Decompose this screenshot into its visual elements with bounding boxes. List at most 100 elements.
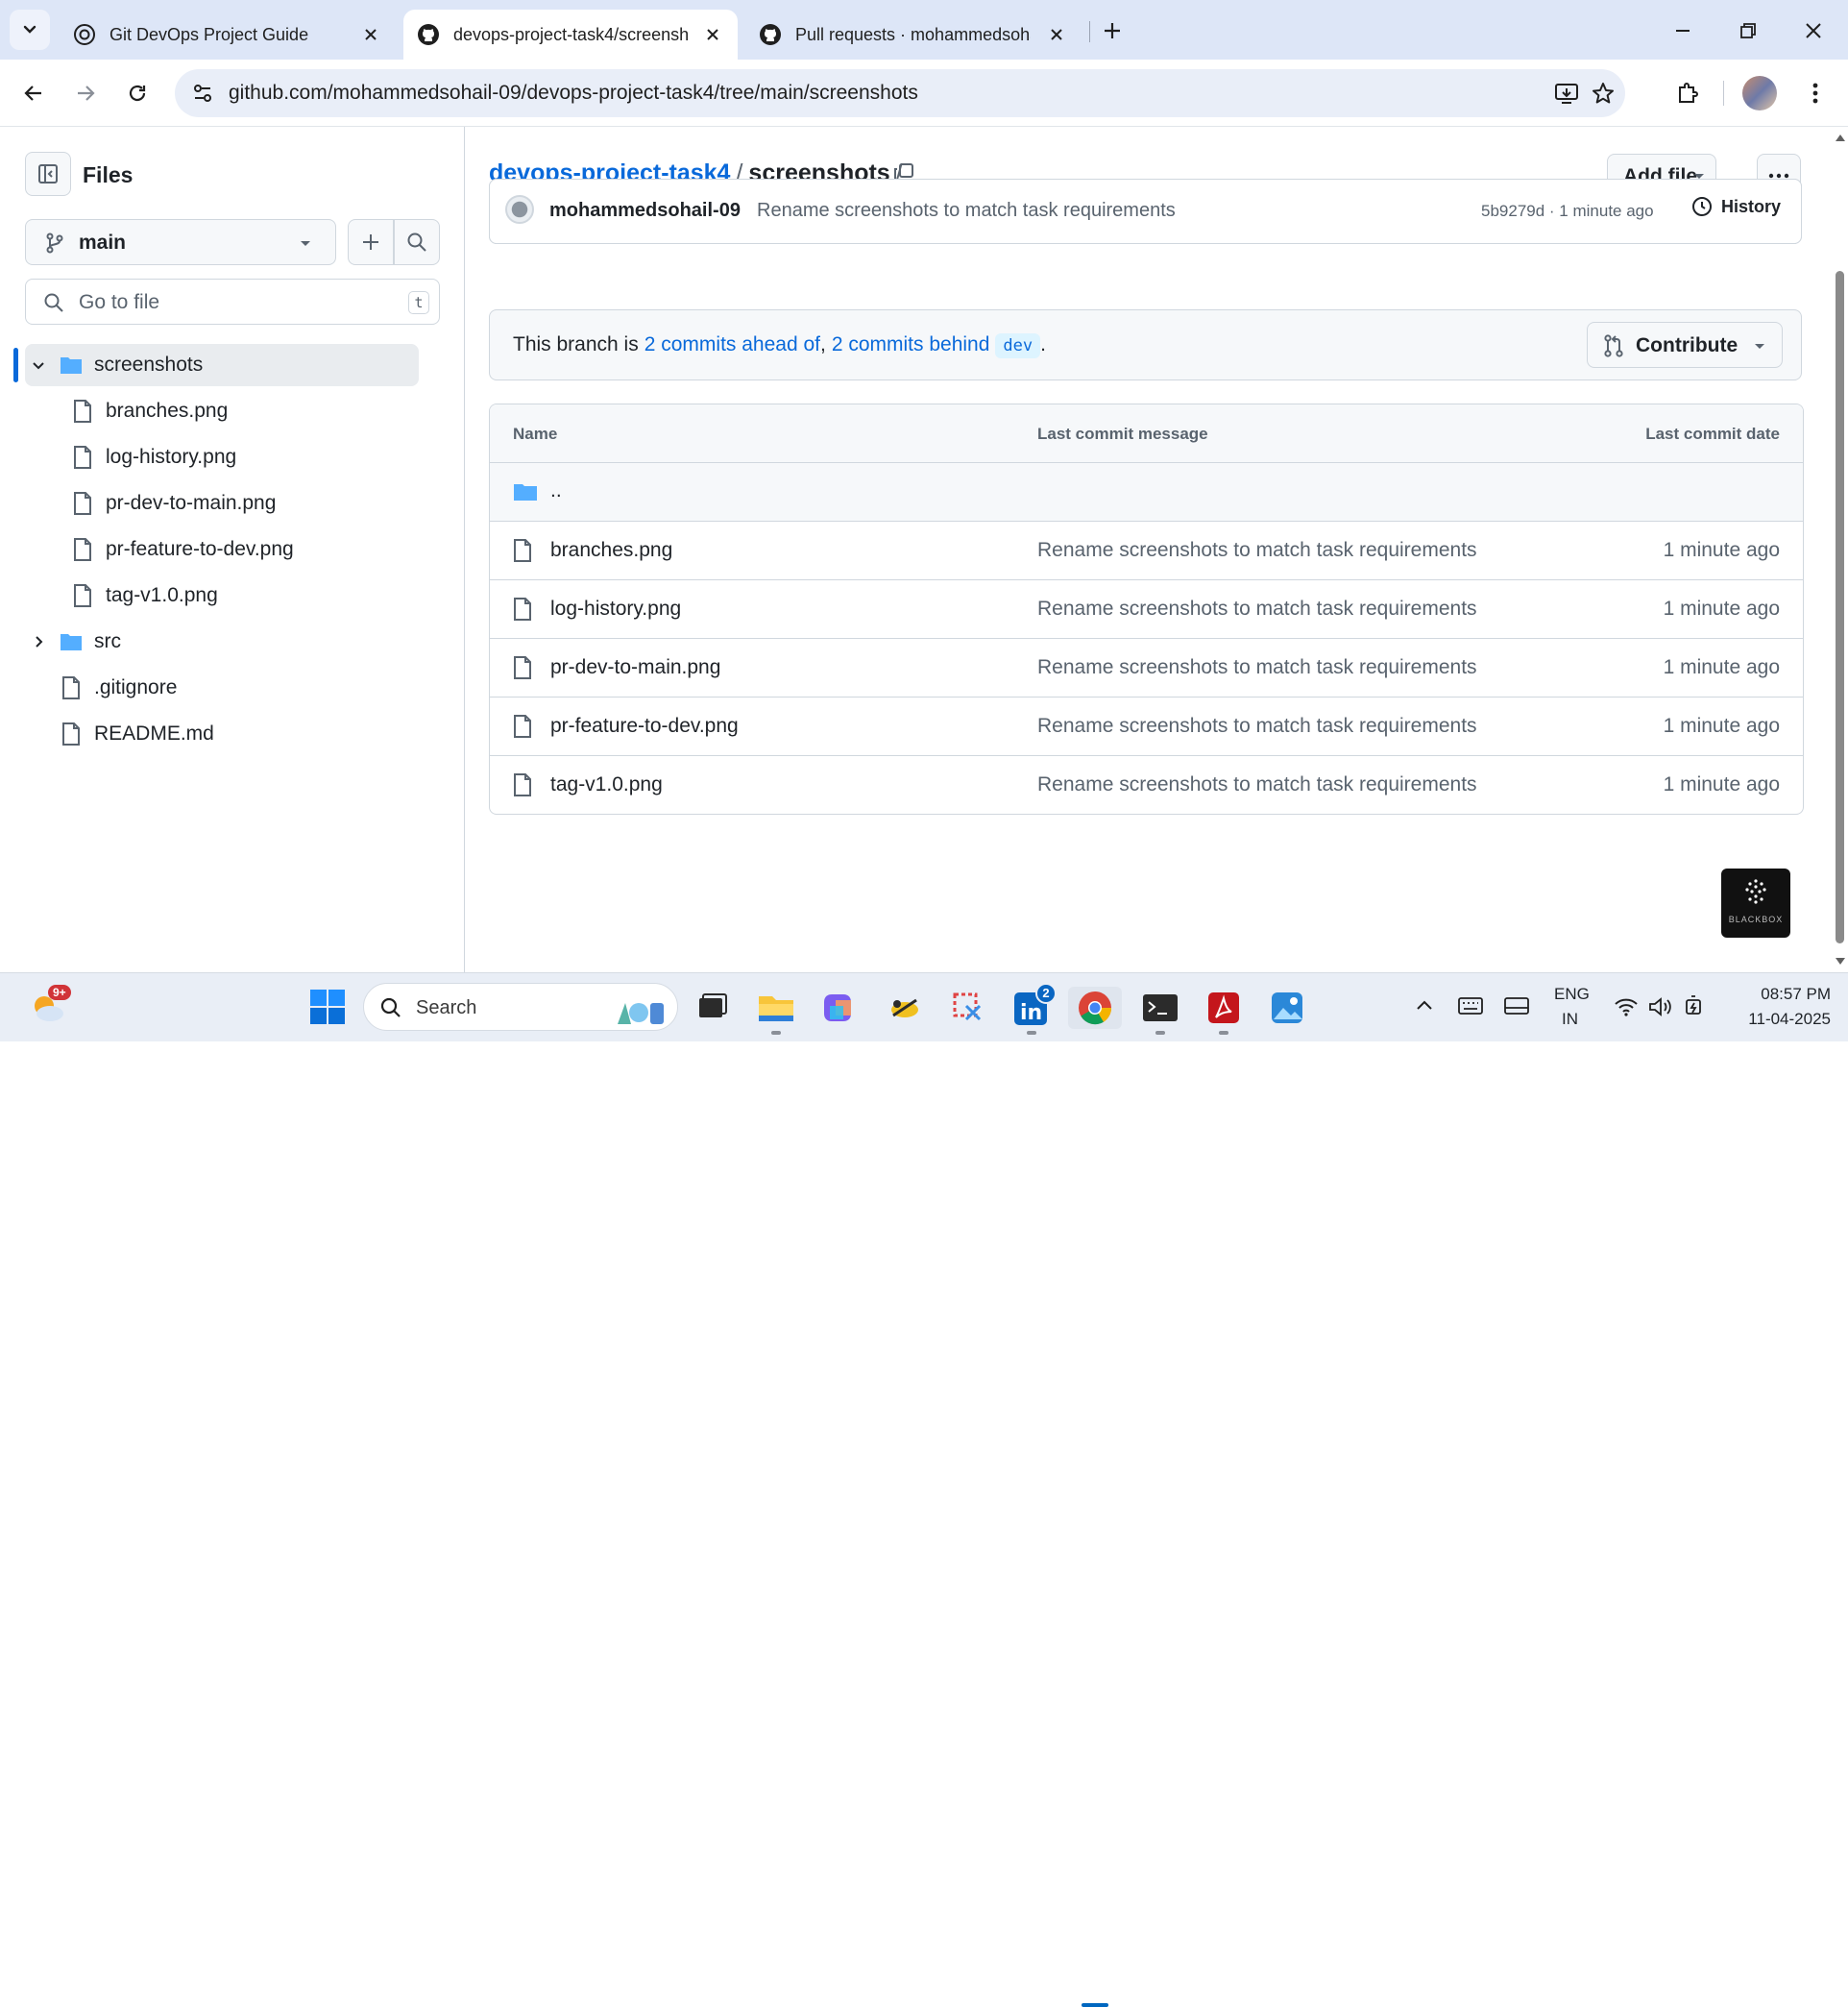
collapse-sidebar-button[interactable] <box>25 152 71 196</box>
profile-avatar[interactable] <box>1742 76 1777 110</box>
branch-status-card: This branch is 2 commits ahead of, 2 com… <box>489 309 1802 380</box>
restore-button[interactable] <box>1727 10 1769 52</box>
clock-date[interactable]: 11-04-2025 <box>1729 1010 1831 1029</box>
file-icon <box>514 773 531 796</box>
tab-devops-project-screenshots[interactable]: devops-project-task4/screenshots <box>403 10 738 60</box>
file-commit-message[interactable]: Rename screenshots to match task require… <box>1037 539 1477 562</box>
pdf-reader-icon[interactable] <box>1203 987 1245 1029</box>
tab-search-button[interactable] <box>10 10 50 50</box>
linkedin-badge: 2 <box>1035 983 1057 1004</box>
table-row[interactable]: tag-v1.0.png Rename screenshots to match… <box>490 755 1803 814</box>
weather-badge: 9+ <box>48 985 71 1000</box>
commit-author[interactable]: mohammedsohail-09 <box>549 200 741 222</box>
table-row[interactable]: pr-dev-to-main.png Rename screenshots to… <box>490 638 1803 697</box>
go-to-file-input[interactable]: Go to file t <box>25 279 440 325</box>
minimize-button[interactable] <box>1662 10 1704 52</box>
file-commit-message[interactable]: Rename screenshots to match task require… <box>1037 773 1477 796</box>
volume-icon[interactable] <box>1648 996 1673 1017</box>
tab-git-devops-guide[interactable]: Git DevOps Project Guide <box>60 10 396 60</box>
file-icon <box>74 400 91 423</box>
clock-time[interactable]: 08:57 PM <box>1746 985 1831 1004</box>
file-commit-message[interactable]: Rename screenshots to match task require… <box>1037 598 1477 621</box>
tab-pull-requests[interactable]: Pull requests · mohammedsohail-09 <box>745 10 1082 60</box>
wifi-icon[interactable] <box>1614 996 1639 1017</box>
file-name[interactable]: pr-dev-to-main.png <box>550 656 720 679</box>
terminal-icon[interactable] <box>1139 987 1181 1029</box>
pull-request-icon <box>1604 334 1623 357</box>
commit-message[interactable]: Rename screenshots to match task require… <box>757 200 1176 222</box>
tree-item-screenshots[interactable]: screenshots <box>25 344 419 386</box>
file-name[interactable]: pr-feature-to-dev.png <box>550 715 739 738</box>
taskbar-search-placeholder: Search <box>416 997 477 1018</box>
table-row[interactable]: log-history.png Rename screenshots to ma… <box>490 579 1803 638</box>
snipping-app-icon[interactable] <box>884 987 926 1029</box>
file-name[interactable]: branches.png <box>550 539 672 562</box>
branch-selector[interactable]: main <box>25 219 336 265</box>
site-info-icon[interactable] <box>192 83 213 104</box>
extensions-button[interactable] <box>1667 73 1708 113</box>
close-icon[interactable] <box>1047 25 1066 44</box>
scrollbar-thumb[interactable] <box>1836 271 1844 943</box>
file-tree-sidebar: Files main Go to file t screenshots bran… <box>0 127 465 972</box>
photos-icon[interactable] <box>1266 987 1308 1029</box>
task-view-icon[interactable] <box>690 987 732 1029</box>
back-button[interactable] <box>13 73 54 113</box>
close-icon[interactable] <box>361 25 380 44</box>
file-commit-message[interactable]: Rename screenshots to match task require… <box>1037 656 1477 679</box>
author-avatar[interactable] <box>505 195 534 224</box>
commit-card: mohammedsohail-09 Rename screenshots to … <box>489 179 1802 244</box>
file-icon <box>74 492 91 515</box>
commits-ahead-link[interactable]: 2 commits ahead of <box>644 333 820 355</box>
parent-directory-row[interactable]: .. <box>490 462 1803 521</box>
blackbox-widget[interactable]: BLACKBOX <box>1721 869 1790 938</box>
bookmark-star-icon[interactable] <box>1591 81 1616 106</box>
table-row[interactable]: pr-feature-to-dev.png Rename screenshots… <box>490 697 1803 755</box>
base-branch-badge[interactable]: dev <box>995 333 1041 358</box>
search-files-button[interactable] <box>394 219 440 265</box>
file-explorer-icon[interactable] <box>755 987 797 1029</box>
tree-item-file[interactable]: .gitignore <box>25 667 419 709</box>
tree-item-file[interactable]: tag-v1.0.png <box>25 575 419 617</box>
chevron-up-icon[interactable] <box>1416 998 1433 1012</box>
commits-behind-link[interactable]: 2 commits behind <box>832 333 990 356</box>
plus-icon <box>363 234 378 250</box>
tree-item-file[interactable]: log-history.png <box>25 436 419 478</box>
forward-button[interactable] <box>65 73 106 113</box>
chevron-down-icon <box>33 362 44 370</box>
address-bar[interactable]: github.com/mohammedsohail-09/devops-proj… <box>175 69 1625 117</box>
language-indicator[interactable]: ENG <box>1554 985 1590 1004</box>
add-file-sidebar-button[interactable] <box>348 219 394 265</box>
display-icon[interactable] <box>1504 996 1529 1016</box>
tree-item-file[interactable]: pr-dev-to-main.png <box>25 482 419 525</box>
copilot-icon[interactable] <box>820 987 863 1029</box>
page-scrollbar[interactable] <box>1831 127 1848 972</box>
linkedin-icon[interactable]: in 2 <box>1010 983 1057 1029</box>
file-icon <box>514 598 531 621</box>
install-app-icon[interactable] <box>1554 81 1579 106</box>
tree-item-file[interactable]: branches.png <box>25 390 419 432</box>
close-window-button[interactable] <box>1792 10 1835 52</box>
taskbar-search-box[interactable]: Search <box>363 983 678 1031</box>
new-tab-button[interactable] <box>1095 12 1130 50</box>
reload-button[interactable] <box>117 73 158 113</box>
contribute-button[interactable]: Contribute <box>1587 322 1783 368</box>
chrome-icon[interactable] <box>1068 987 1122 1029</box>
tree-item-file[interactable]: pr-feature-to-dev.png <box>25 528 419 571</box>
file-name[interactable]: tag-v1.0.png <box>550 773 663 796</box>
battery-charging-icon[interactable] <box>1683 994 1708 1017</box>
tree-item-src[interactable]: src <box>25 621 419 663</box>
keyboard-icon[interactable] <box>1458 996 1483 1016</box>
table-row[interactable]: branches.png Rename screenshots to match… <box>490 521 1803 579</box>
file-name[interactable]: log-history.png <box>550 598 681 621</box>
region-indicator[interactable]: IN <box>1562 1010 1578 1029</box>
start-button[interactable] <box>309 989 346 1025</box>
commit-meta[interactable]: 5b9279d · 1 minute ago <box>1481 202 1654 221</box>
history-button[interactable]: History <box>1690 195 1781 218</box>
scroll-down-icon <box>1836 958 1845 965</box>
tree-item-file[interactable]: README.md <box>25 713 419 755</box>
weather-widget[interactable]: 9+ <box>29 985 71 1027</box>
snipping-tool-icon[interactable] <box>947 987 989 1029</box>
browser-menu-button[interactable] <box>1796 73 1835 113</box>
file-commit-message[interactable]: Rename screenshots to match task require… <box>1037 715 1477 738</box>
close-icon[interactable] <box>703 25 722 44</box>
